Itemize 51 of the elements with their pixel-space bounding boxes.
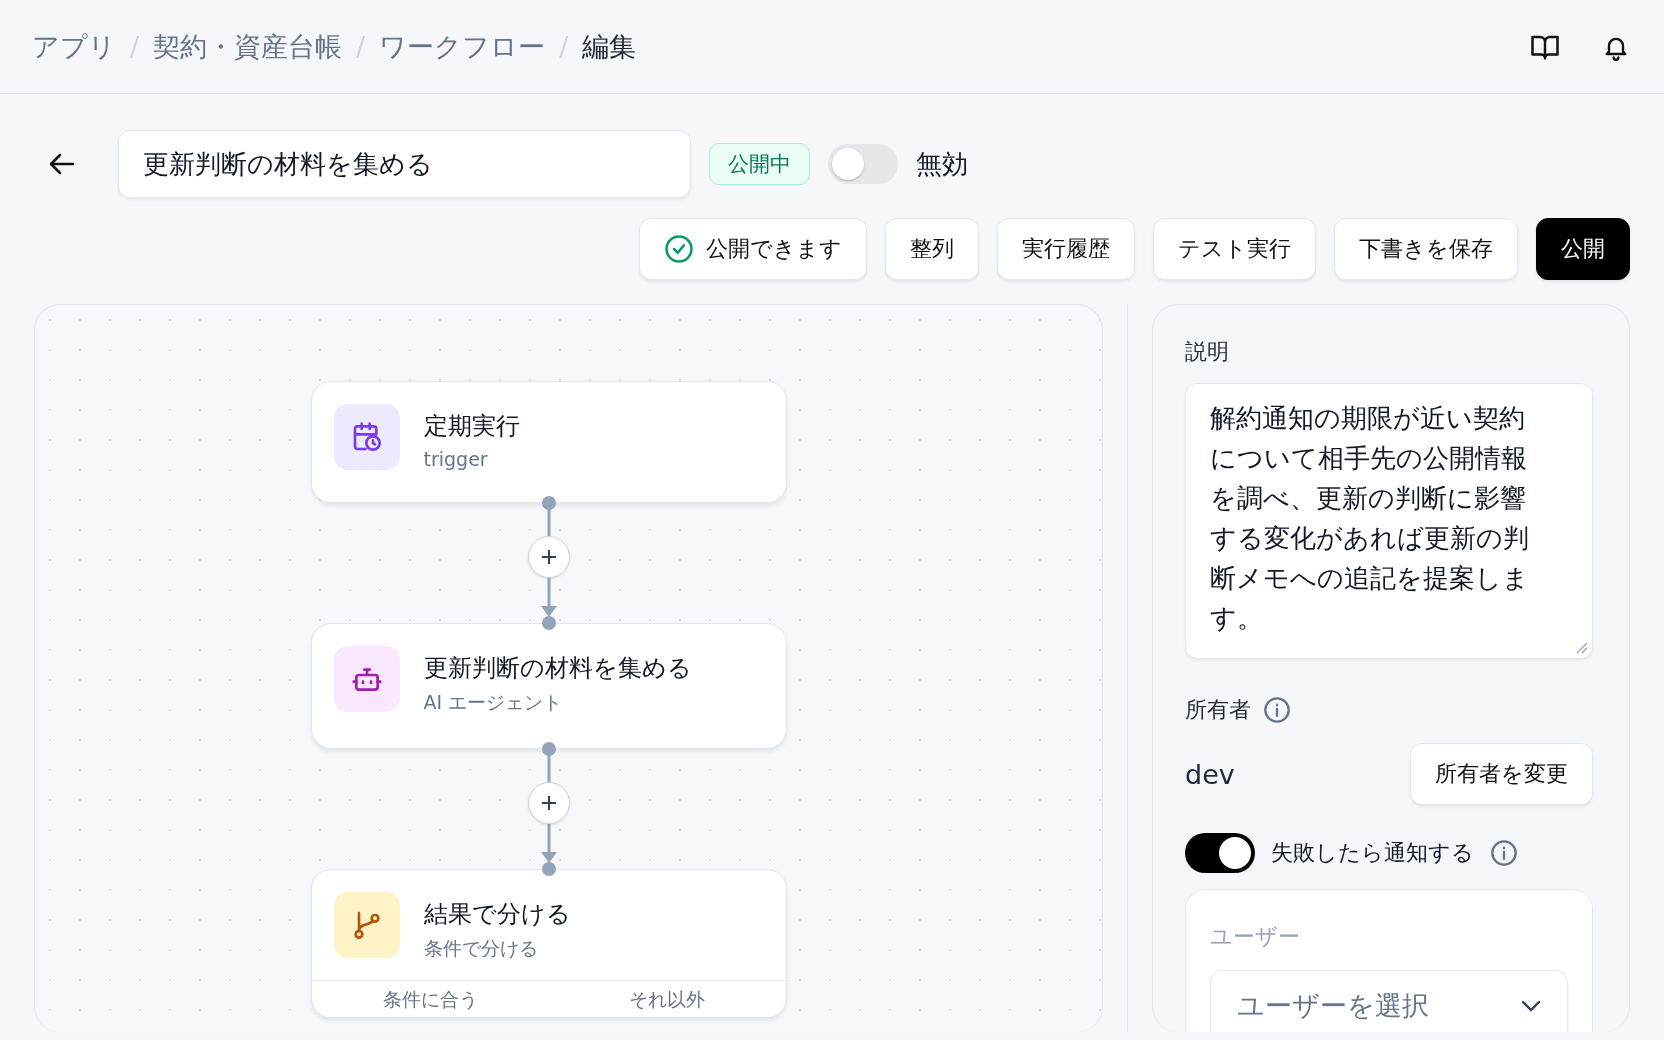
description-field[interactable]: 解約通知の期限が近い契約について相手先の公開情報を調べ、更新の判断に影響する変化があれば更新の判断メモへの追記を提案します。 [1185,383,1593,659]
user-select[interactable]: ユーザーを選択 [1210,970,1568,1032]
toolbar-button[interactable]: 実行履歴 [997,218,1135,280]
validation-button[interactable]: 公開できます [639,218,867,280]
change-owner-button[interactable]: 所有者を変更 [1410,743,1593,805]
owner-name: dev [1185,758,1235,790]
breadcrumb-link[interactable]: 契約・資産台帳 [153,28,343,65]
toggle-switch[interactable] [1185,833,1255,873]
branch-label[interactable]: それ以外 [548,981,786,1017]
workflow-node[interactable]: 結果で分ける 条件で分ける 条件に合う それ以外 [310,869,787,1018]
node-type: trigger [423,448,489,470]
publish-button[interactable]: 公開 [1536,218,1630,280]
node-title: 定期実行 [423,411,520,442]
breadcrumb-separator: / [356,31,366,62]
add-step-button[interactable] [527,536,570,578]
toggle-switch[interactable] [828,144,898,184]
connection-dot[interactable] [541,616,556,630]
resize-grip-icon[interactable] [1574,640,1588,654]
back-arrow-icon[interactable] [49,153,75,175]
breadcrumb-link[interactable]: ワークフロー [379,28,546,65]
connection-dot[interactable] [541,862,556,876]
toolbar-button[interactable]: 整列 [885,218,979,280]
field-label: 説明 [1185,338,1230,366]
plus-icon [539,794,558,812]
field-label: 所有者 [1185,696,1251,724]
status-badge: 公開中 [709,143,810,185]
branch-label[interactable]: 条件に合う [311,981,549,1017]
toggle-label: 失敗したら通知する [1271,839,1474,867]
breadcrumb-separator: / [130,31,140,62]
check-circle-icon [664,234,694,264]
breadcrumb-current: 編集 [582,29,637,64]
node-type: AI エージェント [423,690,564,715]
breadcrumb-link[interactable]: アプリ [32,28,116,65]
toolbar-button[interactable]: テスト実行 [1153,218,1316,280]
field-label: ユーザー [1210,923,1301,951]
plus-icon [539,548,558,566]
connection-dot[interactable] [541,496,556,510]
chevron-down-icon [1521,1000,1541,1012]
info-icon[interactable] [1490,839,1518,867]
add-step-button[interactable] [527,782,570,824]
node-title: 結果で分ける [423,899,571,930]
workflow-node[interactable]: 更新判断の材料を集める AI エージェント [310,623,787,749]
info-icon[interactable] [1263,696,1291,724]
breadcrumb-separator: / [559,31,569,62]
toolbar-button[interactable]: 下書きを保存 [1334,218,1518,280]
workflow-node[interactable]: 定期実行 trigger [310,381,787,503]
connection-dot[interactable] [541,742,556,756]
node-title: 更新判断の材料を集める [423,653,692,684]
toggle-label: 無効 [916,147,968,181]
node-type: 条件で分ける [423,936,539,961]
workflow-name-field[interactable]: 更新判断の材料を集める [118,130,691,198]
